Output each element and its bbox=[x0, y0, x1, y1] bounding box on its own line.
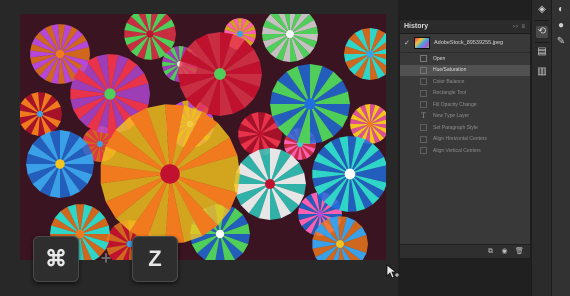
history-step-rectangle-tool[interactable]: Rectangle Tool bbox=[400, 88, 530, 100]
adjustment-icon bbox=[420, 78, 427, 86]
document-icon bbox=[420, 55, 427, 63]
new-document-from-state-icon[interactable]: ⧉ bbox=[487, 248, 494, 255]
history-panel-footer: ⧉ ◉ 🗑 bbox=[400, 244, 530, 258]
rosette bbox=[20, 92, 62, 136]
history-snapshot[interactable]: ✓ AdobeStock_89539255.jpeg bbox=[400, 34, 530, 53]
type-icon: T bbox=[421, 112, 426, 121]
rosette bbox=[312, 136, 386, 212]
document-image[interactable] bbox=[20, 14, 386, 260]
rosette bbox=[262, 14, 318, 62]
canvas-area: ⌘ + Z bbox=[0, 0, 399, 296]
layers-icon[interactable]: ◈ bbox=[536, 4, 548, 16]
secondary-icon-strip: ◐ ● ✎ bbox=[551, 0, 570, 296]
history-step-align-vertical[interactable]: Align Vertical Centers bbox=[400, 145, 530, 157]
history-step-hue-saturation[interactable]: Hue/Saturation bbox=[400, 64, 530, 76]
layer-icon bbox=[420, 147, 427, 155]
plus-sign: + bbox=[100, 248, 112, 268]
trash-icon[interactable]: 🗑 bbox=[515, 248, 524, 255]
history-panel-header: History ›› ≡ bbox=[400, 20, 530, 34]
history-panel-title[interactable]: History bbox=[404, 23, 428, 30]
history-step-open[interactable]: Open bbox=[400, 53, 530, 65]
history-icon[interactable]: ⟲ bbox=[536, 26, 548, 38]
move-cursor-icon bbox=[386, 264, 399, 279]
history-step-new-type-layer[interactable]: T New Type Layer bbox=[400, 111, 530, 123]
color-icon[interactable]: ● bbox=[555, 20, 567, 32]
brush-icon[interactable]: ✎ bbox=[555, 36, 567, 48]
brush-source-icon[interactable]: ✓ bbox=[404, 39, 414, 47]
properties-icon[interactable]: ▤ bbox=[536, 46, 548, 58]
layer-icon bbox=[420, 135, 427, 143]
rosette bbox=[100, 104, 240, 244]
adjustment-icon bbox=[420, 66, 427, 74]
panel-menu-icon[interactable]: ›› ≡ bbox=[513, 24, 526, 30]
layer-icon bbox=[420, 124, 427, 132]
shape-icon bbox=[420, 89, 427, 97]
snapshot-thumbnail bbox=[414, 37, 430, 49]
rosettes-photo bbox=[20, 14, 386, 260]
z-key-icon: Z bbox=[132, 236, 178, 282]
rosette bbox=[344, 28, 386, 80]
command-key-icon: ⌘ bbox=[33, 236, 79, 282]
notes-icon[interactable]: ▥ bbox=[536, 66, 548, 78]
history-step-paragraph-style[interactable]: Set Paragraph Style bbox=[400, 122, 530, 134]
panel-icon-strip: ◈ ⟲ ▤ ▥ bbox=[531, 0, 552, 296]
adjustments-icon[interactable]: ◐ bbox=[555, 4, 567, 16]
snapshot-label: AdobeStock_89539255.jpeg bbox=[434, 40, 504, 46]
history-panel: History ›› ≡ ✓ AdobeStock_89539255.jpeg … bbox=[399, 19, 531, 259]
history-step-fill-opacity[interactable]: Fill Opacity Change bbox=[400, 99, 530, 111]
rosette bbox=[270, 64, 350, 144]
history-step-color-balance[interactable]: Color Balance bbox=[400, 76, 530, 88]
camera-snapshot-icon[interactable]: ◉ bbox=[501, 248, 508, 255]
history-step-align-horizontal[interactable]: Align Horizontal Centers bbox=[400, 134, 530, 146]
layer-icon bbox=[420, 101, 427, 109]
